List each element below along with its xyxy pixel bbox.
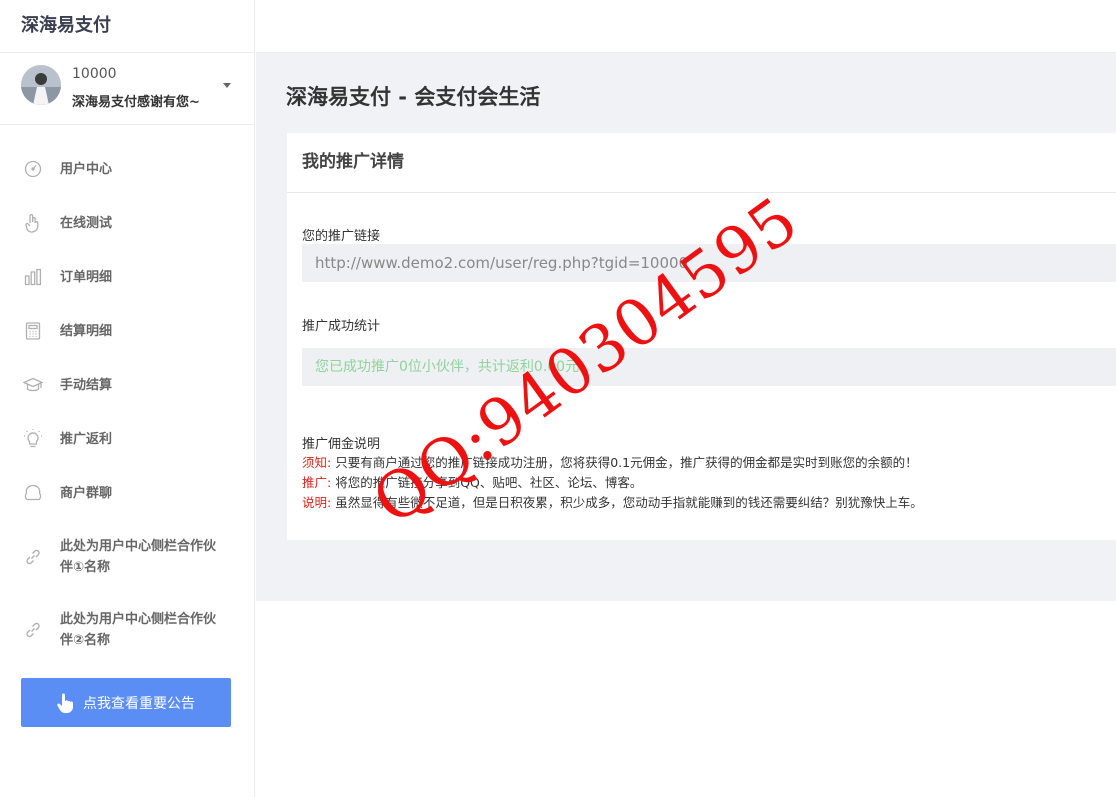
dashboard-icon [23, 159, 43, 179]
rule-tag: 说明: [302, 495, 332, 510]
user-profile[interactable]: 10000 深海易支付感谢有您~ [0, 53, 254, 125]
sidebar-item-settlement-details[interactable]: 结算明细 [0, 304, 254, 358]
rule-tag: 推广: [302, 475, 332, 490]
rule-line: 说明: 虽然显得有些微不足道，但是日积夜累，积少成多，您动动手指就能赚到的钱还需… [302, 493, 923, 513]
rule-tag: 须知: [302, 455, 332, 470]
calculator-icon [23, 321, 43, 341]
important-notice-button[interactable]: 点我查看重要公告 [21, 678, 231, 727]
sidebar-item-label: 订单明细 [60, 269, 113, 285]
sidebar-item-label: 结算明细 [60, 323, 113, 339]
rule-line: 推广: 将您的推广链接分享到QQ、贴吧、社区、论坛、博客。 [302, 473, 923, 493]
user-id: 10000 [72, 66, 117, 82]
link-icon [23, 547, 43, 567]
rule-text: 只要有商户通过您的推广链接成功注册，您将获得0.1元佣金，推广获得的佣金都是实时… [335, 455, 918, 470]
sidebar-item-partner-2[interactable]: 此处为用户中心侧栏合作伙伴②名称 [0, 593, 254, 666]
sidebar-item-user-center[interactable]: 用户中心 [0, 142, 254, 196]
brand-title: 深海易支付 [0, 0, 254, 53]
rule-text: 将您的推广链接分享到QQ、贴吧、社区、论坛、博客。 [335, 475, 643, 490]
sidebar-item-manual-settlement[interactable]: 手动结算 [0, 358, 254, 412]
referral-link-label: 您的推广链接 [302, 229, 381, 244]
bar-chart-icon [23, 267, 43, 287]
user-slogan: 深海易支付感谢有您~ [72, 95, 200, 110]
rule-text: 虽然显得有些微不足道，但是日积夜累，积少成多，您动动手指就能赚到的钱还需要纠结？… [335, 495, 923, 510]
notice-button-label: 点我查看重要公告 [83, 695, 195, 712]
hand-gesture-icon [23, 213, 43, 233]
sidebar-item-partner-1[interactable]: 此处为用户中心侧栏合作伙伴①名称 [0, 520, 254, 593]
referral-link-input[interactable] [302, 244, 1116, 282]
sidebar-nav: 用户中心 在线测试 订单明细 结算明细 手动结算 推广返利 商户群聊 此处为用户… [0, 125, 254, 666]
graduation-cap-icon [23, 375, 43, 395]
sidebar-item-label: 用户中心 [60, 161, 113, 177]
pointer-hand-icon [57, 693, 73, 713]
chat-bubble-icon [23, 483, 43, 503]
card-title: 我的推广详情 [287, 133, 1116, 193]
sidebar-item-merchant-chat[interactable]: 商户群聊 [0, 466, 254, 520]
top-bar [256, 0, 1116, 53]
referral-details-card: 我的推广详情 您的推广链接 推广成功统计 您已成功推广0位小伙伴，共计返利0.0… [287, 133, 1116, 540]
sidebar-item-label: 此处为用户中心侧栏合作伙伴②名称 [60, 611, 217, 648]
main-content: 深海易支付 - 会支付会生活 我的推广详情 您的推广链接 推广成功统计 您已成功… [256, 53, 1116, 601]
referral-stats-label: 推广成功统计 [302, 319, 381, 334]
commission-rules: 须知: 只要有商户通过您的推广链接成功注册，您将获得0.1元佣金，推广获得的佣金… [302, 453, 923, 513]
sidebar-item-label: 手动结算 [60, 377, 113, 393]
chevron-down-icon[interactable] [223, 83, 231, 88]
sidebar-item-online-test[interactable]: 在线测试 [0, 196, 254, 250]
sidebar-item-label: 商户群聊 [60, 485, 113, 501]
sidebar-item-referral-rebate[interactable]: 推广返利 [0, 412, 254, 466]
page-title: 深海易支付 - 会支付会生活 [286, 85, 541, 109]
rule-line: 须知: 只要有商户通过您的推广链接成功注册，您将获得0.1元佣金，推广获得的佣金… [302, 453, 923, 473]
commission-rules-label: 推广佣金说明 [302, 437, 381, 452]
lightbulb-icon [23, 429, 43, 449]
sidebar-item-label: 在线测试 [60, 215, 113, 231]
sidebar: 深海易支付 10000 深海易支付感谢有您~ 用户中心 在线测试 订单明细 结算… [0, 0, 255, 797]
sidebar-item-label: 此处为用户中心侧栏合作伙伴①名称 [60, 538, 217, 575]
link-icon [23, 620, 43, 640]
sidebar-item-label: 推广返利 [60, 431, 113, 447]
referral-stats-box: 您已成功推广0位小伙伴，共计返利0.00元 [302, 348, 1116, 386]
sidebar-item-order-details[interactable]: 订单明细 [0, 250, 254, 304]
avatar[interactable] [21, 65, 61, 105]
